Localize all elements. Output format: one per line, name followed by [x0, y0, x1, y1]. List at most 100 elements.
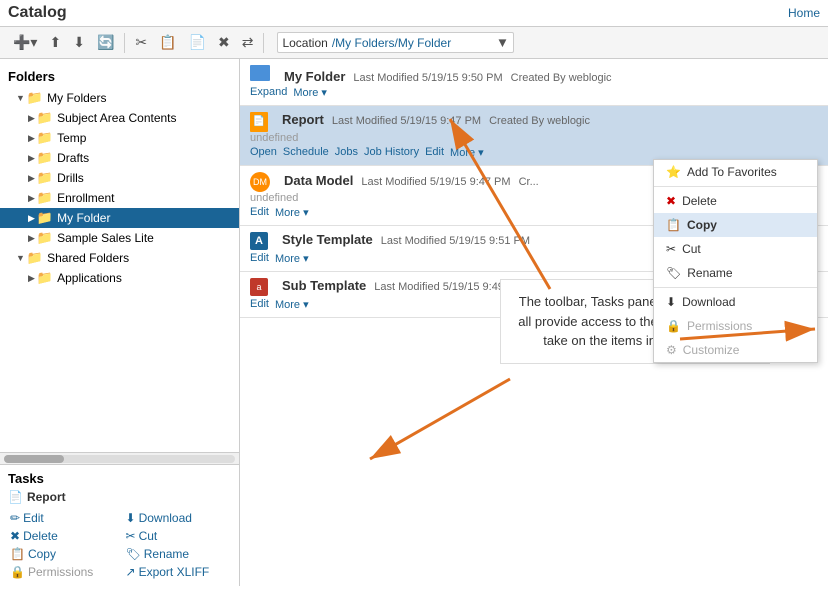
catalog-item-report: 📄 Report Last Modified 5/19/15 9:47 PM C… [240, 106, 828, 166]
sidebar-scrolltrack [4, 455, 235, 463]
context-menu-customize: ⚙ Customize [654, 338, 817, 362]
permissions-icon: 🔒 [666, 319, 681, 333]
cut-icon: ✂ [666, 242, 676, 256]
catalog-item-header: My Folder Last Modified 5/19/15 9:50 PM … [250, 65, 818, 84]
location-area: Location /My Folders/My Folder ▼ [277, 32, 514, 53]
tasks-action-download[interactable]: ⬇ Download [124, 510, 232, 526]
edit-link[interactable]: Edit [250, 298, 269, 311]
export-xliff-icon: ↗ [126, 565, 136, 579]
tasks-action-export-xliff[interactable]: ↗ Export XLIFF [124, 564, 232, 580]
schedule-link[interactable]: Schedule [283, 146, 329, 159]
folders-title: Folders [0, 63, 239, 88]
location-label: Location [282, 36, 327, 50]
delete-toolbar-button[interactable]: ✖ [213, 31, 235, 54]
rename-icon: 🏷 [666, 266, 681, 280]
folder-icon: 📁 [27, 250, 43, 266]
datamodel-icon: DM [250, 172, 270, 192]
sidebar-item-shared-folders[interactable]: ▼ 📁 Shared Folders [0, 248, 239, 268]
customize-icon: ⚙ [666, 343, 677, 357]
sidebar-item-drills[interactable]: ▶ 📁 Drills [0, 168, 239, 188]
folder-icon: 📁 [27, 90, 43, 106]
sidebar-item-subject-area-contents[interactable]: ▶ 📁 Subject Area Contents [0, 108, 239, 128]
triangle-icon: ▶ [28, 173, 35, 184]
context-menu-delete[interactable]: ✖ Delete [654, 189, 817, 213]
new-button[interactable]: ➕▾ [8, 31, 42, 54]
triangle-icon: ▼ [16, 93, 25, 103]
folder-label: Applications [57, 271, 122, 285]
more-link[interactable]: More ▾ [275, 206, 309, 219]
home-link[interactable]: Home [788, 6, 820, 20]
triangle-icon: ▶ [28, 233, 35, 244]
item-created: Created By weblogic [511, 72, 612, 84]
catalog-item-my-folder: My Folder Last Modified 5/19/15 9:50 PM … [240, 59, 828, 106]
tasks-action-copy[interactable]: 📋 Copy [8, 546, 116, 562]
job-history-link[interactable]: Job History [364, 146, 419, 159]
sidebar-item-my-folder[interactable]: ▶ 📁 My Folder [0, 208, 239, 228]
move-button[interactable]: ⇄ [237, 31, 259, 54]
item-name: Report [282, 112, 324, 127]
item-name: Style Template [282, 232, 373, 247]
copy-icon: 📋 [666, 218, 681, 232]
download-toolbar-button[interactable]: ⬇ [68, 31, 90, 54]
sidebar-scrollthumb[interactable] [4, 455, 64, 463]
location-dropdown-button[interactable]: ▼ [496, 35, 509, 50]
folder-icon: 📁 [37, 210, 53, 226]
location-value: /My Folders/My Folder [332, 36, 492, 50]
more-link[interactable]: More ▾ [293, 86, 327, 99]
triangle-icon: ▼ [16, 253, 25, 263]
expand-link[interactable]: Expand [250, 86, 287, 99]
jobs-link[interactable]: Jobs [335, 146, 358, 159]
context-menu-download[interactable]: ⬇ Download [654, 290, 817, 314]
delete-icon: ✖ [666, 194, 676, 208]
edit-link[interactable]: Edit [250, 206, 269, 219]
item-name: My Folder [284, 69, 345, 84]
sidebar-scrollbar[interactable] [0, 452, 239, 464]
sidebar: Folders ▼ 📁 My Folders ▶ 📁 Subject Area … [0, 59, 240, 586]
item-type: undefined [250, 132, 818, 144]
app-title: Catalog [8, 4, 67, 22]
separator-1 [124, 33, 125, 53]
context-menu-copy[interactable]: 📋 Copy [654, 213, 817, 237]
style-icon: A [250, 232, 268, 250]
edit-link[interactable]: Edit [425, 146, 444, 159]
context-menu-add-to-favorites[interactable]: ⭐ Add To Favorites [654, 160, 817, 184]
star-icon: ⭐ [666, 165, 681, 179]
context-menu: ⭐ Add To Favorites ✖ Delete 📋 Copy ✂ Cut… [653, 159, 818, 363]
item-actions: Expand More ▾ [250, 86, 818, 99]
sidebar-item-applications[interactable]: ▶ 📁 Applications [0, 268, 239, 288]
tasks-action-rename[interactable]: 🏷 Rename [124, 546, 232, 562]
folder-label: Drills [57, 171, 84, 185]
triangle-icon: ▶ [28, 193, 35, 204]
item-meta: Last Modified 5/19/15 9:51 PM [381, 235, 530, 247]
more-link[interactable]: More ▾ [450, 146, 484, 159]
content-area: My Folder Last Modified 5/19/15 9:50 PM … [240, 59, 828, 586]
tasks-item-icon: 📄 [8, 490, 23, 504]
copy-toolbar-button[interactable]: 📋 [154, 31, 181, 54]
sidebar-item-drafts[interactable]: ▶ 📁 Drafts [0, 148, 239, 168]
sidebar-item-temp[interactable]: ▶ 📁 Temp [0, 128, 239, 148]
context-menu-rename[interactable]: 🏷 Rename [654, 261, 817, 285]
separator-2 [263, 33, 264, 53]
edit-link[interactable]: Edit [250, 252, 269, 265]
open-link[interactable]: Open [250, 146, 277, 159]
context-menu-cut[interactable]: ✂ Cut [654, 237, 817, 261]
sidebar-item-my-folders[interactable]: ▼ 📁 My Folders [0, 88, 239, 108]
sidebar-item-sample-sales-lite[interactable]: ▶ 📁 Sample Sales Lite [0, 228, 239, 248]
tasks-action-edit[interactable]: ✏ Edit [8, 510, 116, 526]
triangle-icon: ▶ [28, 153, 35, 164]
sidebar-item-enrollment[interactable]: ▶ 📁 Enrollment [0, 188, 239, 208]
tasks-action-cut[interactable]: ✂ Cut [124, 528, 232, 544]
folder-label: Shared Folders [47, 251, 129, 265]
more-link[interactable]: More ▾ [275, 252, 309, 265]
download-icon: ⬇ [126, 511, 136, 525]
folder-icon: 📁 [37, 230, 53, 246]
more-link[interactable]: More ▾ [275, 298, 309, 311]
copy-icon: 📋 [10, 547, 25, 561]
paste-button[interactable]: 📄 [184, 31, 211, 54]
refresh-button[interactable]: 🔄 [92, 31, 119, 54]
tasks-action-delete[interactable]: ✖ Delete [8, 528, 116, 544]
upload-button[interactable]: ⬆ [44, 31, 66, 54]
tasks-pane: Tasks 📄 Report ✏ Edit ⬇ Download ✖ [0, 464, 239, 586]
triangle-icon: ▶ [28, 213, 35, 224]
cut-button[interactable]: ✂ [130, 31, 152, 54]
